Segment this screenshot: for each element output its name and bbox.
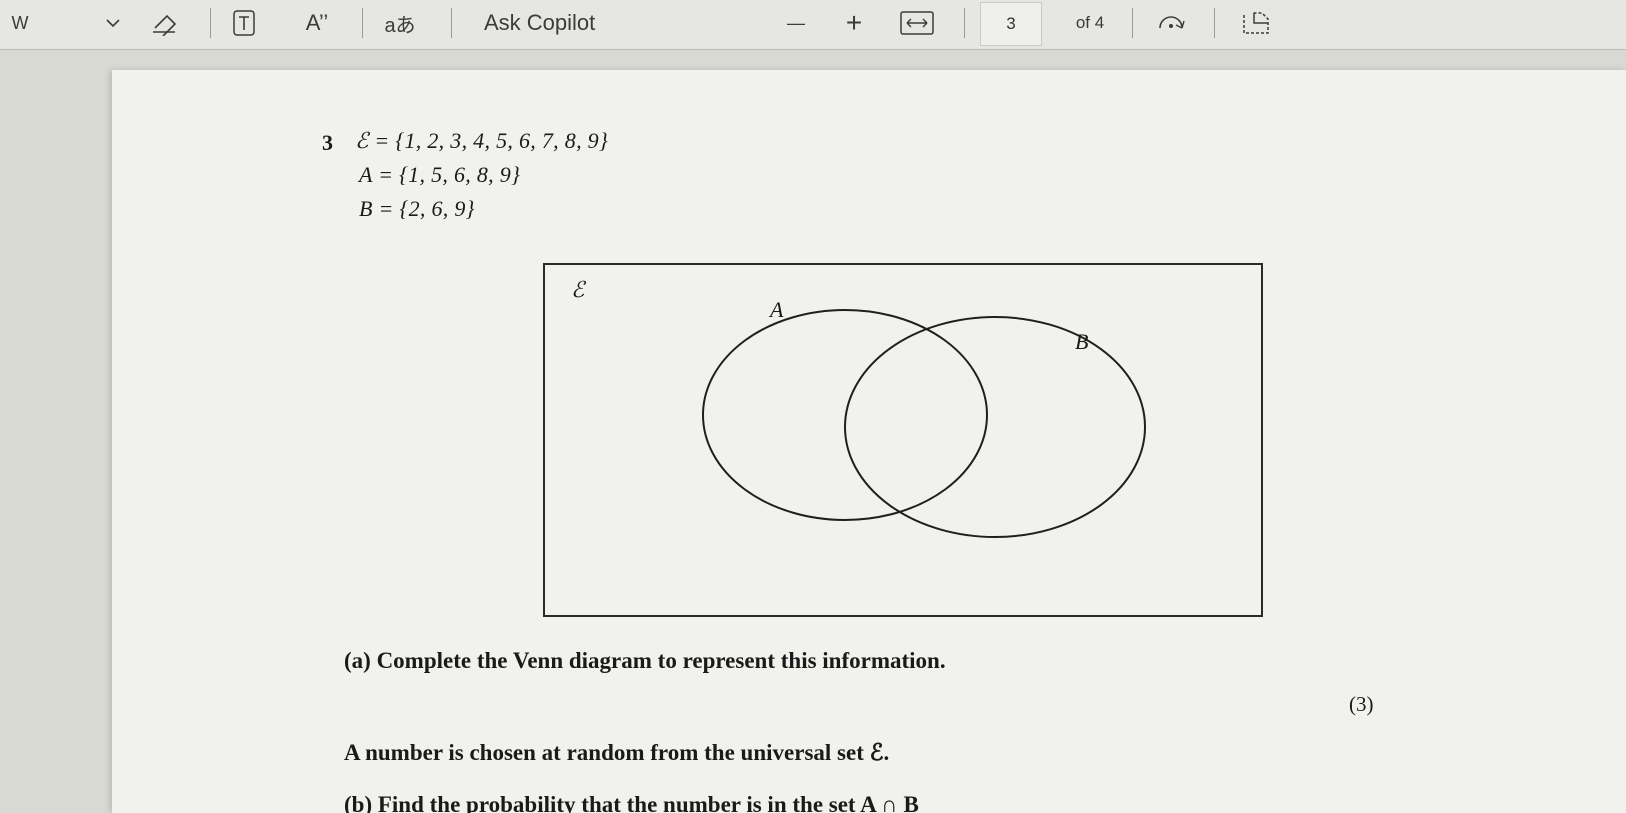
chevron-down-icon[interactable] — [98, 6, 128, 40]
fit-width-icon[interactable] — [897, 6, 937, 40]
text-box-icon[interactable] — [224, 6, 264, 40]
read-aloud-label: A’’ — [305, 10, 329, 35]
venn-label-a: A — [770, 297, 784, 322]
page-total-label: of 4 — [1075, 13, 1105, 32]
part-a-marks: (3) — [1349, 692, 1374, 716]
universal-set-definition: ℰ = {1, 2, 3, 4, 5, 6, 7, 8, 9} — [355, 128, 609, 153]
random-choice-text: A number is chosen at random from the un… — [344, 740, 890, 765]
question-number: 3 — [322, 130, 333, 155]
venn-diagram[interactable]: ℰ A B — [543, 263, 1263, 617]
translate-label: aあ — [384, 14, 416, 37]
set-b-definition: B = {2, 6, 9} — [359, 196, 475, 221]
pdf-toolbar: W A’’ aあ Ask Copilot — + 3 of 4 — [0, 0, 1626, 50]
language-selector[interactable]: W — [0, 6, 40, 40]
ellipse-b — [844, 316, 1146, 538]
read-aloud-button[interactable]: A’’ — [296, 6, 338, 40]
toolbar-divider — [210, 8, 211, 38]
ask-copilot-label: Ask Copilot — [484, 10, 596, 35]
language-label: W — [11, 12, 29, 33]
document-page: 3 ℰ = {1, 2, 3, 4, 5, 6, 7, 8, 9} A = {1… — [112, 70, 1626, 813]
toolbar-divider — [362, 8, 363, 38]
ask-copilot-button[interactable]: Ask Copilot — [484, 6, 634, 40]
part-b-question: (b) Find the probability that the number… — [344, 792, 919, 813]
eraser-icon[interactable] — [145, 6, 185, 40]
page-total: of 4 — [1064, 6, 1116, 40]
toolbar-divider — [451, 8, 452, 38]
venn-label-b: B — [1075, 329, 1089, 354]
toolbar-divider — [1214, 8, 1215, 38]
part-a-question: (a) Complete the Venn diagram to represe… — [344, 648, 946, 673]
page-number-input[interactable]: 3 — [980, 2, 1042, 46]
set-a-definition: A = {1, 5, 6, 8, 9} — [359, 162, 521, 187]
toolbar-divider — [964, 8, 965, 38]
zoom-out-button[interactable]: — — [778, 6, 814, 40]
page-view-icon[interactable] — [1235, 6, 1277, 40]
zoom-in-button[interactable]: + — [836, 6, 872, 40]
rotate-icon[interactable] — [1148, 6, 1194, 40]
zoom-in-label: + — [845, 7, 863, 38]
translate-button[interactable]: aあ — [375, 6, 425, 40]
venn-universal-label: ℰ — [571, 277, 585, 302]
venn-ellipses — [702, 309, 1146, 538]
toolbar-divider — [1132, 8, 1133, 38]
current-page: 3 — [1006, 14, 1016, 33]
zoom-out-label: — — [787, 12, 805, 33]
